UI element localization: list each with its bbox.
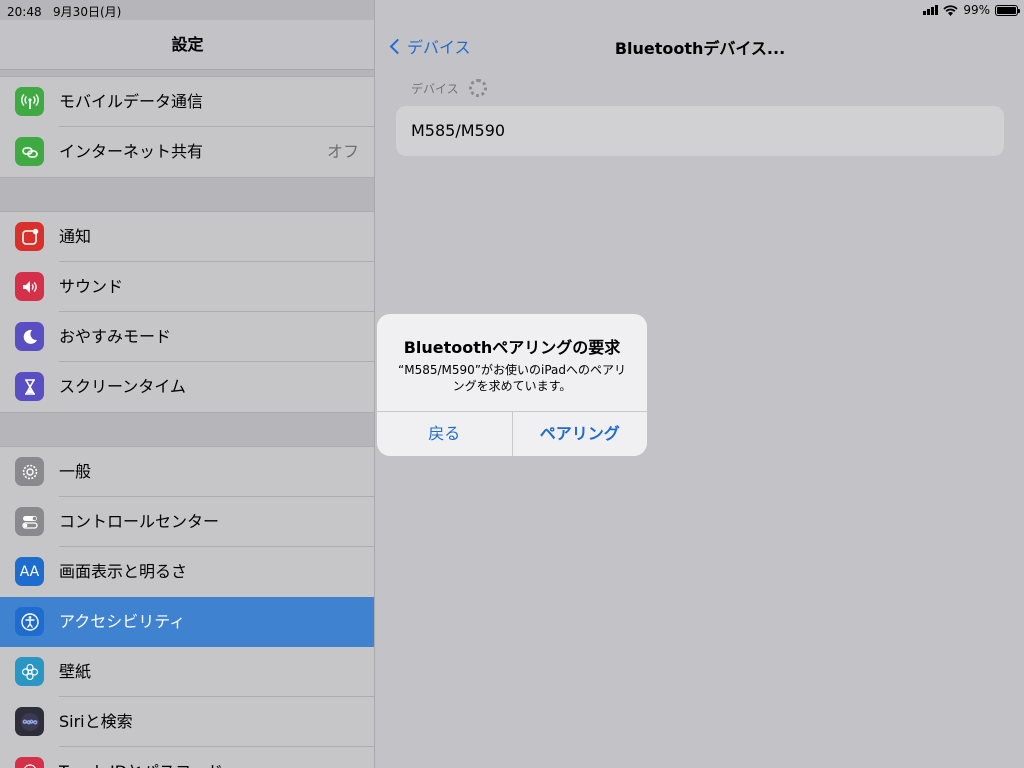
- sidebar-item-wallpaper[interactable]: 壁紙: [0, 647, 374, 697]
- sidebar-title: 設定: [171, 35, 204, 54]
- alert-message: “M585/M590”がお使いのiPadへのペアリングを求めています。: [398, 363, 626, 393]
- sidebar-item-value: オフ: [326, 142, 359, 161]
- sidebar-item-accessibility[interactable]: アクセシビリティ: [0, 597, 374, 647]
- signal-icon: [923, 5, 939, 15]
- siri-icon: [15, 707, 44, 736]
- sidebar-item-notifications[interactable]: 通知: [0, 212, 374, 262]
- settings-group-general: 一般 コントロールセンター AA 画面表示と明るさ アクセシビリティ 壁紙 Si…: [0, 446, 374, 768]
- hourglass-icon: [15, 372, 44, 401]
- sidebar-item-cellular[interactable]: モバイルデータ通信: [0, 77, 374, 127]
- settings-sidebar: 設定 モバイルデータ通信 インターネット共有 オフ 通知 サウンド おやすみモー…: [0, 0, 375, 768]
- sidebar-item-general[interactable]: 一般: [0, 447, 374, 497]
- sidebar-item-label: 壁紙: [59, 662, 92, 681]
- alert-title: Bluetoothペアリングの要求: [403, 338, 621, 357]
- sidebar-item-label: 画面表示と明るさ: [59, 562, 188, 581]
- gear-icon: [15, 457, 44, 486]
- page-title: Bluetoothデバイス...: [614, 39, 786, 58]
- pair-button[interactable]: ペアリング: [513, 412, 648, 456]
- speaker-icon: [15, 272, 44, 301]
- devices-section-header: デバイス: [411, 79, 487, 97]
- loading-spinner-icon: [468, 79, 487, 97]
- sidebar-item-label: アクセシビリティ: [59, 612, 186, 631]
- settings-group-notifications: 通知 サウンド おやすみモード スクリーンタイム: [0, 211, 374, 413]
- alert-actions: 戻る ペアリング: [377, 411, 647, 456]
- antenna-icon: [15, 87, 44, 116]
- sidebar-item-label: サウンド: [59, 277, 124, 296]
- sidebar-item-screen-time[interactable]: スクリーンタイム: [0, 362, 374, 412]
- sidebar-item-label: インターネット共有: [59, 142, 204, 161]
- sidebar-header: 設定: [0, 20, 374, 70]
- status-time: 20:48: [7, 5, 42, 19]
- chain-link-icon: [15, 137, 44, 166]
- sidebar-item-do-not-disturb[interactable]: おやすみモード: [0, 312, 374, 362]
- sidebar-item-control-center[interactable]: コントロールセンター: [0, 497, 374, 547]
- battery-percent: 99%: [963, 3, 990, 17]
- fingerprint-icon: [15, 757, 44, 768]
- sidebar-item-label: おやすみモード: [59, 327, 172, 346]
- status-right: 99%: [923, 3, 1020, 17]
- status-date: 9月30日(月): [53, 5, 122, 19]
- toggles-icon: [15, 507, 44, 536]
- sidebar-item-label: スクリーンタイム: [59, 377, 186, 396]
- flower-icon: [15, 657, 44, 686]
- cancel-button[interactable]: 戻る: [377, 412, 513, 456]
- device-name: M585/M590: [411, 121, 506, 140]
- sidebar-item-label: 通知: [59, 227, 92, 246]
- accessibility-icon: [15, 607, 44, 636]
- sidebar-item-label: Touch IDとパスコード: [59, 747, 223, 768]
- sidebar-item-touch-id[interactable]: Touch IDとパスコード: [0, 747, 374, 768]
- sidebar-item-sounds[interactable]: サウンド: [0, 262, 374, 312]
- status-bar: 20:48 9月30日(月) 99%: [0, 0, 1024, 20]
- status-time-date: 20:48 9月30日(月): [7, 3, 121, 20]
- sidebar-item-hotspot[interactable]: インターネット共有 オフ: [0, 127, 374, 177]
- sidebar-item-label: 一般: [59, 462, 92, 481]
- sidebar-item-label: コントロールセンター: [59, 512, 220, 531]
- notifications-icon: [15, 222, 44, 251]
- sidebar-item-label: モバイルデータ通信: [59, 92, 204, 111]
- moon-icon: [15, 322, 44, 351]
- pairing-alert: Bluetoothペアリングの要求 “M585/M590”がお使いのiPadへの…: [377, 314, 647, 456]
- section-header-label: デバイス: [411, 81, 459, 96]
- battery-icon: [995, 4, 1020, 16]
- text-size-icon: AA: [15, 557, 44, 586]
- settings-group-network: モバイルデータ通信 インターネット共有 オフ: [0, 76, 374, 178]
- device-row[interactable]: M585/M590: [396, 106, 1004, 156]
- sidebar-item-siri[interactable]: Siriと検索: [0, 697, 374, 747]
- sidebar-item-display[interactable]: AA 画面表示と明るさ: [0, 547, 374, 597]
- wifi-icon: [943, 4, 958, 16]
- sidebar-item-label: Siriと検索: [59, 712, 133, 731]
